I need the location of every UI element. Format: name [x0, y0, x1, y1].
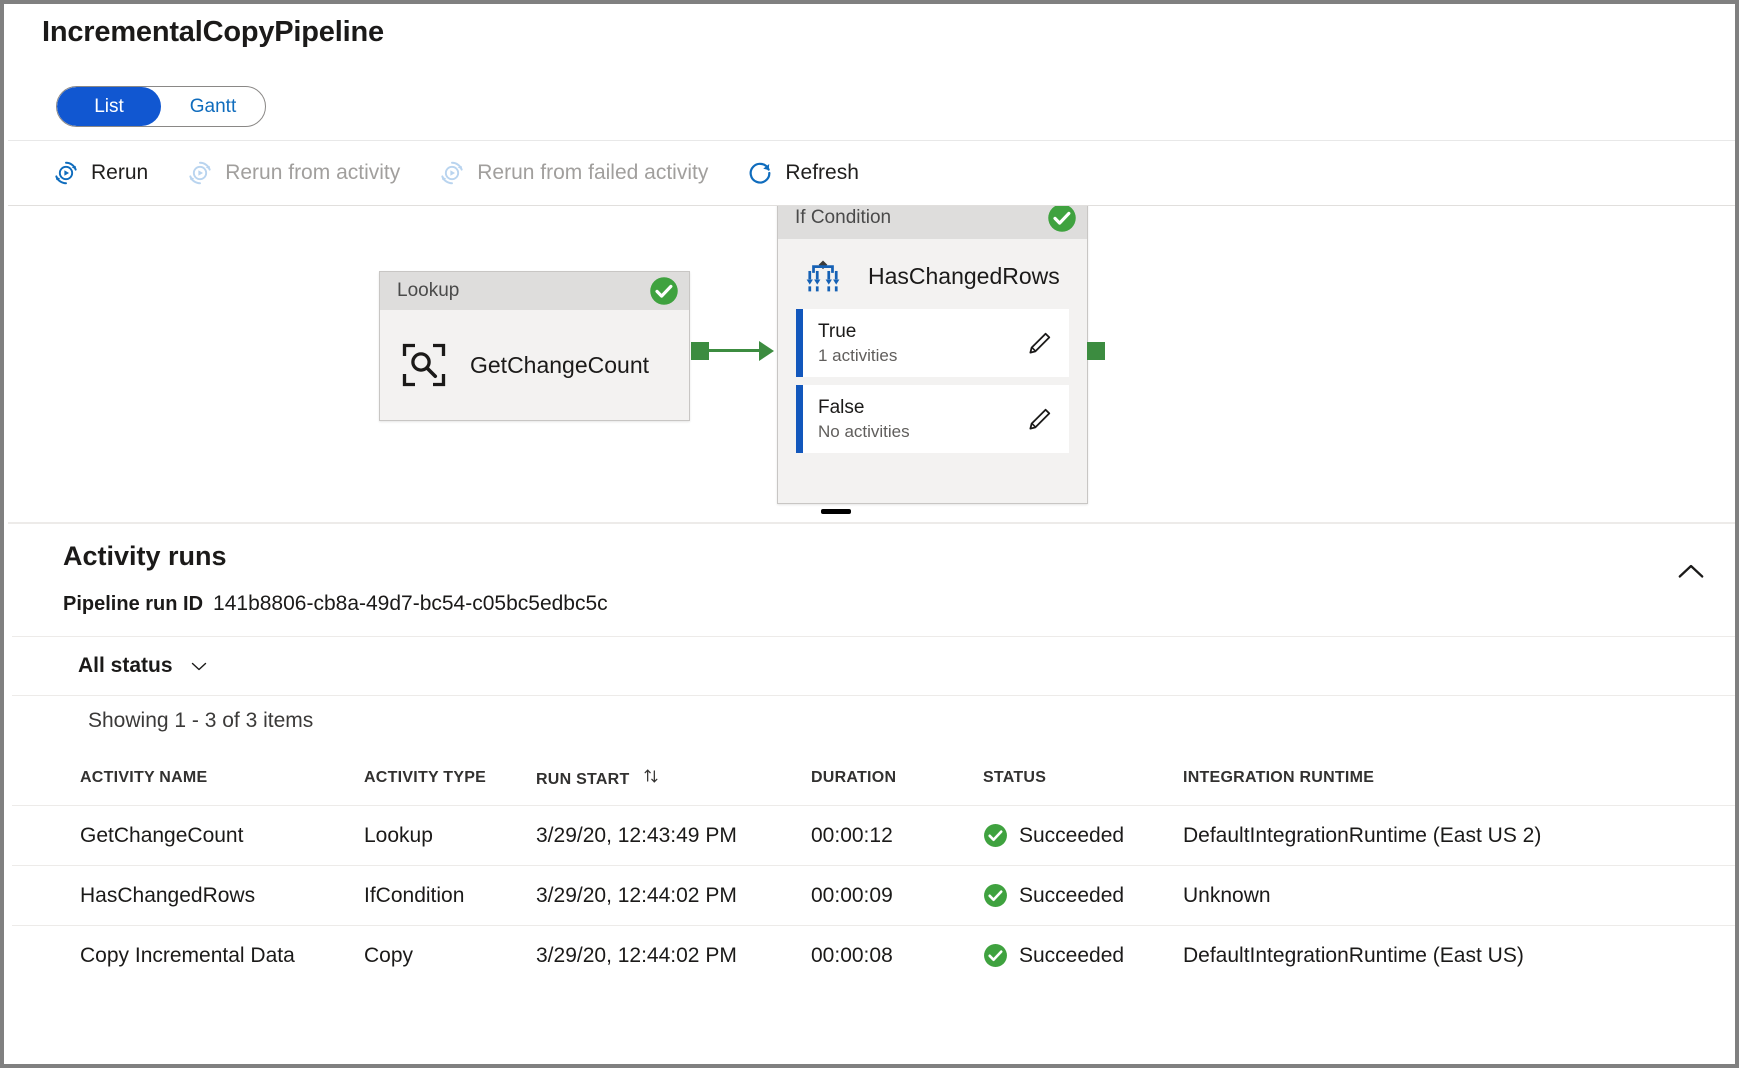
column-header-integration-runtime[interactable]: INTEGRATION RUNTIME — [1183, 754, 1739, 806]
if-condition-activity-name: HasChangedRows — [868, 263, 1060, 290]
cell-activity-name: HasChangedRows — [12, 866, 364, 926]
cell-status: Succeeded — [983, 806, 1183, 866]
activity-runs-title: Activity runs — [63, 541, 227, 572]
pencil-icon[interactable] — [1026, 330, 1053, 357]
status-badge: Succeeded — [1019, 884, 1124, 908]
branch-true-activity-count: 1 activities — [818, 346, 1026, 366]
lookup-activity-name: GetChangeCount — [470, 352, 649, 379]
cell-activity-name: GetChangeCount — [12, 806, 364, 866]
toggle-option-gantt[interactable]: Gantt — [161, 87, 265, 126]
table-row[interactable]: Copy Incremental Data Copy 3/29/20, 12:4… — [12, 926, 1739, 986]
toggle-option-list[interactable]: List — [57, 87, 161, 126]
status-filter-label: All status — [78, 654, 173, 678]
refresh-label: Refresh — [785, 161, 859, 185]
pipeline-run-monitor-page: IncrementalCopyPipeline List Gantt Rerun — [0, 0, 1739, 1068]
cell-duration: 00:00:08 — [811, 926, 983, 986]
canvas-horizontal-scrollbar[interactable] — [821, 509, 851, 514]
lookup-node-type: Lookup — [397, 280, 459, 302]
branch-false-title: False — [818, 397, 1026, 419]
if-condition-status-succeeded-icon — [1047, 206, 1077, 233]
chevron-down-icon — [187, 654, 211, 678]
rerun-icon — [52, 159, 80, 187]
rerun-from-activity-label: Rerun from activity — [225, 161, 400, 185]
status-filter-dropdown[interactable]: All status — [78, 654, 211, 678]
pipeline-run-id-value: 141b8806-cb8a-49d7-bc54-c05bc5edbc5c — [213, 592, 608, 616]
status-succeeded-icon — [983, 823, 1008, 848]
status-succeeded-icon — [983, 883, 1008, 908]
branch-false-texts: False No activities — [803, 397, 1026, 442]
if-condition-node-header: If Condition — [778, 206, 1087, 239]
lookup-magnifier-icon — [400, 341, 448, 389]
lookup-status-succeeded-icon — [649, 276, 679, 306]
cell-duration: 00:00:12 — [811, 806, 983, 866]
chevron-up-icon[interactable] — [1673, 554, 1709, 590]
activity-runs-table-head: ACTIVITY NAME ACTIVITY TYPE RUN START DU… — [12, 754, 1739, 806]
refresh-button[interactable]: Refresh — [746, 159, 859, 187]
cell-activity-type: Lookup — [364, 806, 536, 866]
status-badge: Succeeded — [1019, 824, 1124, 848]
column-header-status[interactable]: STATUS — [983, 754, 1183, 806]
table-row[interactable]: GetChangeCount Lookup 3/29/20, 12:43:49 … — [12, 806, 1739, 866]
cell-run-start: 3/29/20, 12:44:02 PM — [536, 926, 811, 986]
branch-true-texts: True 1 activities — [803, 321, 1026, 366]
activity-node-if-condition[interactable]: If Condition — [777, 206, 1088, 504]
rerun-from-activity-icon — [186, 159, 214, 187]
activity-runs-table: ACTIVITY NAME ACTIVITY TYPE RUN START DU… — [12, 754, 1739, 985]
branch-false-activity-count: No activities — [818, 422, 1026, 442]
lookup-node-body: GetChangeCount — [380, 310, 689, 420]
rerun-from-failed-activity-icon — [438, 159, 466, 187]
column-header-run-start-label: RUN START — [536, 771, 630, 788]
cell-activity-type: Copy — [364, 926, 536, 986]
cell-integration-runtime: Unknown — [1183, 866, 1739, 926]
column-header-duration[interactable]: DURATION — [811, 754, 983, 806]
status-succeeded-icon — [983, 943, 1008, 968]
column-header-run-start[interactable]: RUN START — [536, 754, 811, 806]
if-condition-node-body: HasChangedRows — [778, 239, 1087, 309]
branch-false[interactable]: False No activities — [796, 385, 1069, 453]
table-header-row: ACTIVITY NAME ACTIVITY TYPE RUN START DU… — [12, 754, 1739, 806]
if-condition-branch-icon — [800, 253, 846, 299]
page-title: IncrementalCopyPipeline — [42, 16, 384, 49]
rerun-label: Rerun — [91, 161, 148, 185]
connector-output-handle-if-condition[interactable] — [1087, 342, 1105, 360]
rerun-button[interactable]: Rerun — [52, 159, 148, 187]
cell-run-start: 3/29/20, 12:44:02 PM — [536, 866, 811, 926]
command-bar: Rerun Rerun from activity Reru — [8, 140, 1739, 206]
table-row[interactable]: HasChangedRows IfCondition 3/29/20, 12:4… — [12, 866, 1739, 926]
cell-duration: 00:00:09 — [811, 866, 983, 926]
pipeline-run-id-row: Pipeline run ID 141b8806-cb8a-49d7-bc54-… — [63, 592, 608, 616]
rerun-from-failed-activity-label: Rerun from failed activity — [477, 161, 708, 185]
pipeline-run-id-label: Pipeline run ID — [63, 593, 203, 616]
view-mode-toggle[interactable]: List Gantt — [56, 86, 266, 127]
connector-arrow-icon — [759, 341, 774, 361]
pencil-icon[interactable] — [1026, 406, 1053, 433]
branch-false-accent-bar — [796, 385, 803, 453]
activity-runs-panel: Activity runs Pipeline run ID 141b8806-c… — [8, 522, 1739, 1068]
cell-integration-runtime: DefaultIntegrationRuntime (East US 2) — [1183, 806, 1739, 866]
showing-items-text: Showing 1 - 3 of 3 items — [88, 709, 313, 733]
refresh-icon — [746, 159, 774, 187]
cell-status: Succeeded — [983, 866, 1183, 926]
column-header-activity-type[interactable]: ACTIVITY TYPE — [364, 754, 536, 806]
connector-line — [707, 349, 759, 352]
cell-integration-runtime: DefaultIntegrationRuntime (East US) — [1183, 926, 1739, 986]
activity-runs-table-body: GetChangeCount Lookup 3/29/20, 12:43:49 … — [12, 806, 1739, 986]
lookup-node-header: Lookup — [380, 272, 689, 310]
if-condition-node-type: If Condition — [795, 207, 891, 229]
rerun-from-activity-button[interactable]: Rerun from activity — [186, 159, 400, 187]
rerun-from-failed-activity-button[interactable]: Rerun from failed activity — [438, 159, 708, 187]
branch-true-title: True — [818, 321, 1026, 343]
cell-run-start: 3/29/20, 12:43:49 PM — [536, 806, 811, 866]
sort-arrows-icon[interactable] — [641, 766, 661, 786]
status-filter-row: All status — [12, 636, 1739, 696]
activity-node-lookup[interactable]: Lookup GetChangeCount — [379, 271, 690, 421]
cell-activity-type: IfCondition — [364, 866, 536, 926]
cell-activity-name: Copy Incremental Data — [12, 926, 364, 986]
branch-true[interactable]: True 1 activities — [796, 309, 1069, 377]
column-header-activity-name[interactable]: ACTIVITY NAME — [12, 754, 364, 806]
branch-true-accent-bar — [796, 309, 803, 377]
cell-status: Succeeded — [983, 926, 1183, 986]
pipeline-canvas[interactable]: Lookup GetChangeCount — [8, 206, 1739, 522]
status-badge: Succeeded — [1019, 944, 1124, 968]
